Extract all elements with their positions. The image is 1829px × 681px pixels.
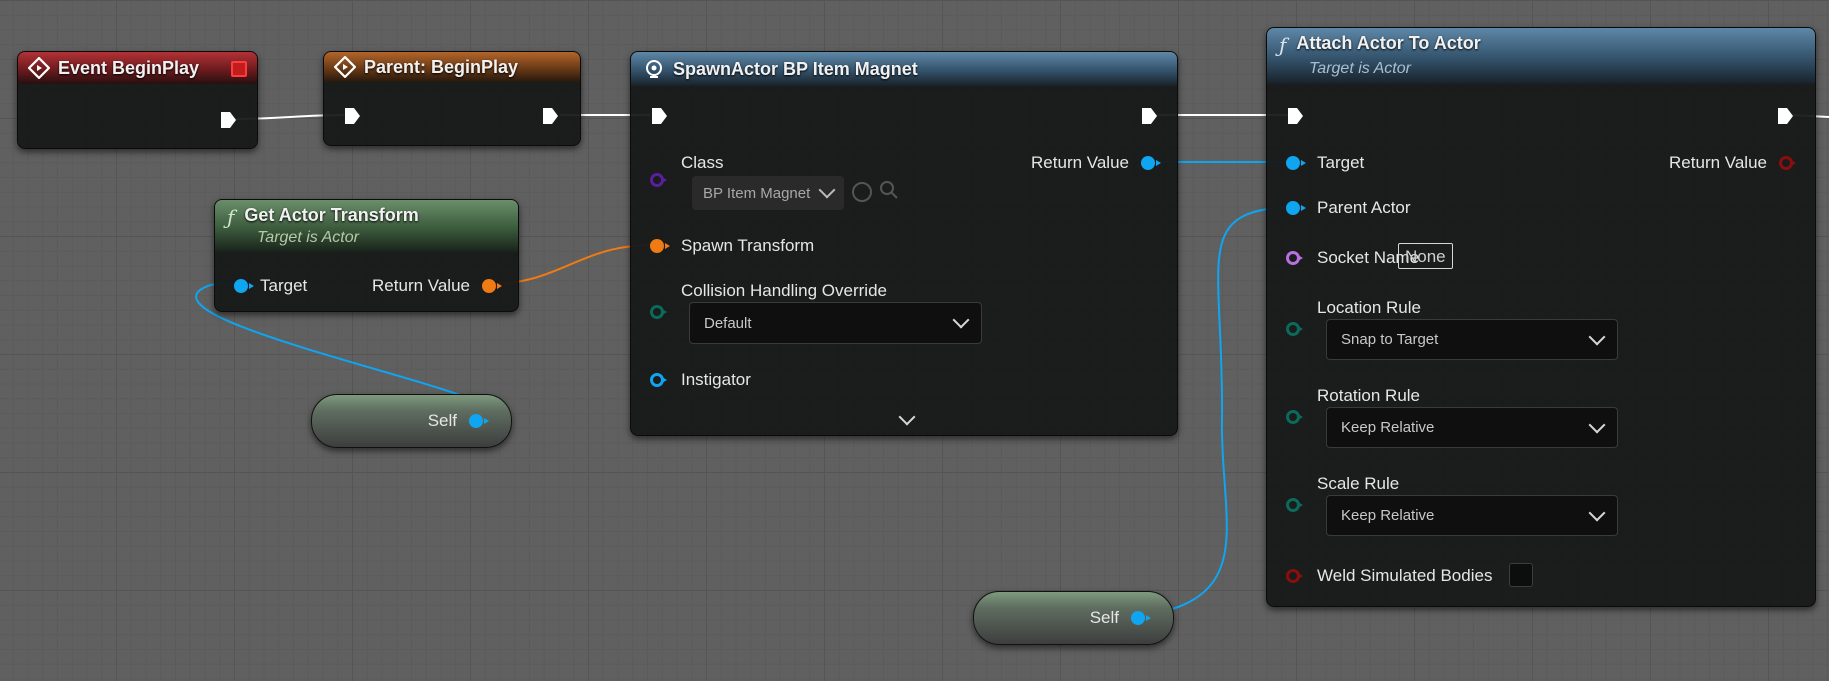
- object-pin-icon: [1286, 156, 1306, 170]
- object-pin-icon: [1286, 201, 1306, 215]
- spawn-actor-node[interactable]: SpawnActor BP Item Magnet Class BP Item …: [630, 51, 1178, 436]
- exec-in-pin[interactable]: [1285, 106, 1305, 126]
- scale-rule-pin[interactable]: [1286, 498, 1303, 512]
- exec-out-pin[interactable]: [1775, 106, 1795, 126]
- chevron-down-icon: [1588, 504, 1606, 521]
- return-value-pin[interactable]: Return Value: [372, 276, 502, 296]
- rotation-rule-value: Keep Relative: [1341, 419, 1435, 436]
- enum-pin-icon: [1286, 498, 1303, 512]
- struct-pin-icon: [482, 279, 502, 293]
- expand-advanced-icon[interactable]: [898, 408, 916, 426]
- scale-rule-value: Keep Relative: [1341, 507, 1435, 524]
- self-label: Self: [427, 411, 457, 430]
- parent-begin-play-node[interactable]: Parent: BeginPlay: [323, 51, 581, 146]
- location-rule-dropdown[interactable]: Snap to Target: [1326, 319, 1618, 360]
- return-value-pin[interactable]: Return Value: [1669, 153, 1796, 173]
- class-label: Class: [681, 153, 724, 172]
- node-header: Event BeginPlay: [18, 52, 257, 84]
- return-value-pin[interactable]: Return Value: [1031, 153, 1161, 173]
- pin-label: Return Value: [372, 276, 470, 295]
- node-title: SpawnActor BP Item Magnet: [673, 58, 918, 79]
- function-icon: ƒ: [1279, 33, 1287, 57]
- scale-rule-dropdown[interactable]: Keep Relative: [1326, 495, 1618, 536]
- enum-pin-icon: [650, 305, 667, 319]
- get-actor-transform-node[interactable]: ƒ Get Actor Transform Target is Actor Ta…: [214, 199, 519, 312]
- breakpoint-icon[interactable]: [231, 61, 247, 77]
- node-title: Parent: BeginPlay: [364, 56, 519, 77]
- pin-label: Return Value: [1031, 153, 1129, 172]
- collision-pin[interactable]: [650, 305, 667, 319]
- class-pin-icon: [650, 173, 667, 187]
- location-rule-pin[interactable]: [1286, 322, 1303, 336]
- node-subtitle: Target is Actor: [1309, 60, 1411, 77]
- node-header: ƒ Attach Actor To Actor Target is Actor: [1267, 28, 1815, 84]
- enum-pin-icon: [1286, 410, 1303, 424]
- scale-rule-label: Scale Rule: [1317, 474, 1400, 493]
- target-pin[interactable]: Target: [1286, 153, 1364, 173]
- node-title: Get Actor Transform: [244, 205, 419, 225]
- chevron-down-icon: [952, 311, 970, 329]
- object-pin-icon: [234, 279, 254, 293]
- self-node-2[interactable]: Self: [973, 591, 1174, 645]
- self-node-1[interactable]: Self: [311, 394, 512, 448]
- socket-name-input[interactable]: None: [1398, 243, 1453, 269]
- node-header: Parent: BeginPlay: [324, 52, 580, 82]
- object-pin-icon: [1141, 156, 1161, 170]
- function-icon: ƒ: [227, 205, 235, 229]
- spawn-actor-icon: [643, 58, 665, 80]
- node-title: Attach Actor To Actor: [1296, 33, 1481, 53]
- parent-actor-pin[interactable]: Parent Actor: [1286, 198, 1411, 218]
- chevron-down-icon: [1588, 328, 1606, 345]
- instigator-pin[interactable]: Instigator: [650, 370, 751, 390]
- class-pin[interactable]: [650, 173, 667, 187]
- object-pin-icon[interactable]: [469, 414, 489, 428]
- pin-label: Parent Actor: [1317, 198, 1411, 217]
- node-header: ƒ Get Actor Transform Target is Actor: [215, 200, 518, 252]
- location-rule-label: Location Rule: [1317, 298, 1421, 317]
- class-dropdown[interactable]: BP Item Magnet: [692, 176, 844, 210]
- struct-pin-icon: [650, 239, 670, 253]
- name-pin-icon: [1286, 251, 1303, 265]
- use-selected-icon[interactable]: [852, 182, 872, 202]
- pin-label: Weld Simulated Bodies: [1317, 566, 1493, 585]
- pin-label: Spawn Transform: [681, 236, 815, 255]
- exec-out-pin[interactable]: [218, 110, 238, 130]
- rotation-rule-label: Rotation Rule: [1317, 386, 1421, 405]
- collision-label: Collision Handling Override: [681, 281, 887, 300]
- browse-search-icon[interactable]: [879, 180, 899, 200]
- target-pin[interactable]: Target: [234, 276, 307, 296]
- class-dropdown-value: BP Item Magnet: [703, 184, 811, 202]
- collision-dropdown-value: Default: [704, 314, 752, 332]
- rotation-rule-dropdown[interactable]: Keep Relative: [1326, 407, 1618, 448]
- chevron-down-icon: [818, 181, 836, 199]
- node-title: Event BeginPlay: [58, 57, 200, 78]
- bool-pin-icon: [1779, 156, 1796, 170]
- exec-in-pin[interactable]: [342, 106, 362, 126]
- enum-pin-icon: [1286, 322, 1303, 336]
- event-diamond-icon: [28, 57, 50, 79]
- pin-label: Instigator: [681, 370, 751, 389]
- collision-dropdown[interactable]: Default: [689, 302, 982, 344]
- chevron-down-icon: [1588, 416, 1606, 433]
- spawn-transform-pin[interactable]: Spawn Transform: [650, 236, 814, 256]
- location-rule-value: Snap to Target: [1341, 331, 1439, 348]
- exec-in-pin[interactable]: [649, 106, 669, 126]
- event-begin-play-node[interactable]: Event BeginPlay: [17, 51, 258, 149]
- object-pin-icon[interactable]: [1131, 611, 1151, 625]
- node-header: SpawnActor BP Item Magnet: [631, 52, 1177, 86]
- object-pin-icon: [650, 373, 667, 387]
- exec-out-pin[interactable]: [1139, 106, 1159, 126]
- rotation-rule-pin[interactable]: [1286, 410, 1303, 424]
- pin-label: Target: [260, 276, 308, 295]
- pin-label: Target: [1317, 153, 1365, 172]
- event-diamond-icon: [334, 56, 356, 78]
- weld-simulated-bodies-pin[interactable]: Weld Simulated Bodies: [1286, 566, 1492, 586]
- pin-label: Return Value: [1669, 153, 1767, 172]
- node-subtitle: Target is Actor: [257, 229, 359, 246]
- self-label: Self: [1089, 608, 1119, 627]
- exec-out-pin[interactable]: [540, 106, 560, 126]
- bool-pin-icon: [1286, 569, 1303, 583]
- weld-checkbox[interactable]: [1509, 563, 1533, 587]
- attach-actor-to-actor-node[interactable]: ƒ Attach Actor To Actor Target is Actor …: [1266, 27, 1816, 607]
